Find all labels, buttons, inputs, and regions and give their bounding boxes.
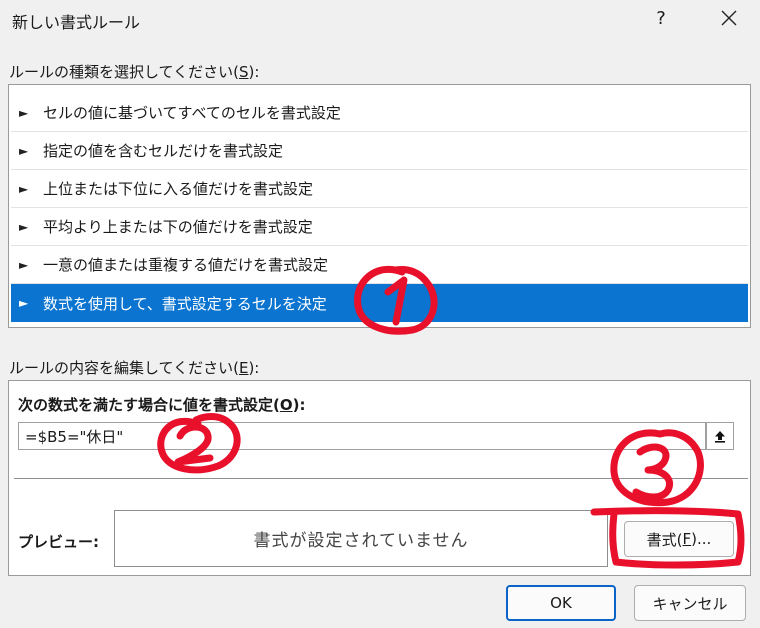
rule-type-item-label: 数式を使用して、書式設定するセルを決定 — [43, 294, 327, 313]
preview-text: 書式が設定されていません — [253, 531, 469, 551]
rule-type-item[interactable]: ► 指定の値を含むセルだけを書式設定 — [11, 132, 748, 170]
help-button[interactable]: ? — [650, 6, 672, 32]
rule-type-item-label: 一意の値または重複する値だけを書式設定 — [43, 256, 329, 274]
bullet-arrow-icon: ► — [19, 105, 29, 120]
bullet-arrow-icon: ► — [19, 257, 29, 272]
separator — [14, 478, 748, 479]
rule-type-item-selected[interactable]: ► 数式を使用して、書式設定するセルを決定 — [11, 284, 748, 322]
rule-type-item[interactable]: ► 平均より上または下の値だけを書式設定 — [11, 208, 748, 246]
cancel-button[interactable]: キャンセル — [634, 585, 746, 621]
rule-type-item[interactable]: ► 一意の値または重複する値だけを書式設定 — [11, 246, 748, 284]
rule-type-item-label: 平均より上または下の値だけを書式設定 — [43, 218, 313, 236]
rule-edit-label: ルールの内容を編集してください(E): — [9, 359, 260, 377]
close-button[interactable] — [712, 4, 746, 34]
preview-label: プレビュー: — [18, 533, 99, 551]
collapse-dialog-button[interactable] — [706, 422, 734, 450]
dialog-title: 新しい書式ルール — [12, 13, 141, 32]
format-button[interactable]: 書式(F)... — [624, 521, 734, 557]
rule-type-item[interactable]: ► 上位または下位に入る値だけを書式設定 — [11, 170, 748, 208]
rule-type-list[interactable]: ► セルの値に基づいてすべてのセルを書式設定 ► 指定の値を含むセルだけを書式設… — [8, 84, 751, 328]
close-icon — [721, 10, 737, 26]
bullet-arrow-icon: ► — [19, 219, 29, 234]
rule-type-item[interactable]: ► セルの値に基づいてすべてのセルを書式設定 — [11, 94, 748, 132]
upload-arrow-icon — [715, 431, 725, 443]
bullet-arrow-icon: ► — [19, 143, 29, 158]
preview-box: 書式が設定されていません — [114, 510, 608, 567]
rule-type-item-label: セルの値に基づいてすべてのセルを書式設定 — [43, 104, 341, 122]
rule-type-item-label: 指定の値を含むセルだけを書式設定 — [43, 142, 284, 160]
formula-input[interactable] — [18, 422, 706, 450]
bullet-arrow-icon: ► — [19, 296, 29, 310]
formula-label: 次の数式を満たす場合に値を書式設定(O): — [18, 396, 306, 414]
rule-type-label: ルールの種類を選択してください(S): — [9, 63, 260, 81]
ok-button[interactable]: OK — [506, 585, 616, 621]
rule-type-item-label: 上位または下位に入る値だけを書式設定 — [43, 180, 314, 198]
bullet-arrow-icon: ► — [19, 181, 29, 196]
